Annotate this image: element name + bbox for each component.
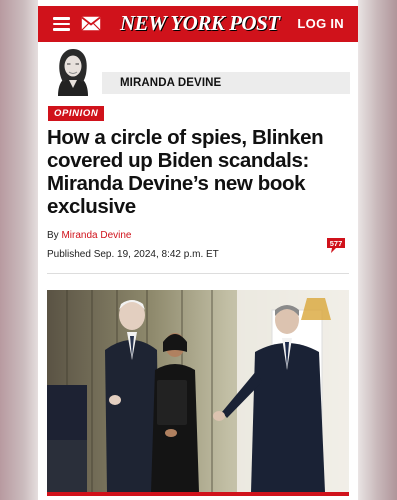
bottom-accent-line — [47, 492, 349, 496]
top-navigation-bar: NEW YORK POST LOG IN — [38, 6, 358, 42]
article-hero-photo[interactable] — [47, 290, 349, 492]
hamburger-menu-icon[interactable] — [53, 17, 70, 31]
mail-icon[interactable] — [81, 16, 101, 31]
article-headline: How a circle of spies, Blinken covered u… — [47, 126, 324, 218]
byline: By Miranda Devine — [47, 230, 132, 241]
comments-button[interactable]: 577 — [326, 237, 346, 254]
byline-prefix: By — [47, 230, 62, 241]
author-name: MIRANDA DEVINE — [120, 77, 222, 89]
divider — [47, 273, 349, 274]
author-avatar — [48, 44, 98, 96]
published-date: Published Sep. 19, 2024, 8:42 p.m. ET — [47, 249, 219, 260]
author-card[interactable]: MIRANDA DEVINE — [46, 44, 350, 96]
login-link[interactable]: LOG IN — [297, 16, 344, 31]
article-page: NEW YORK POST LOG IN MIRANDA DEVINE OPIN… — [38, 0, 358, 500]
comment-count: 577 — [329, 239, 343, 248]
byline-author-link[interactable]: Miranda Devine — [61, 230, 131, 241]
site-logo[interactable]: NEW YORK POST — [120, 11, 280, 36]
section-tag-opinion[interactable]: OPINION — [48, 106, 105, 121]
